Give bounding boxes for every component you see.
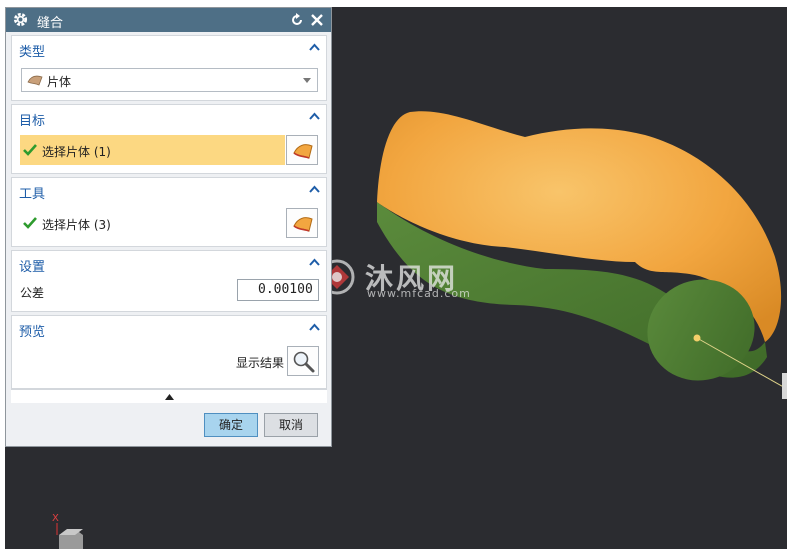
tool-section: 工具 选择片体 (3) xyxy=(11,177,327,247)
type-section-title: 类型 xyxy=(19,45,46,60)
target-select-row[interactable]: 选择片体 (1) xyxy=(20,135,285,165)
tool-section-title: 工具 xyxy=(19,187,46,202)
sew-dialog: 缝合 类型 片体 目标 选择片体 (1) 工具 选择片体 (3) 设置 公差 0… xyxy=(5,7,332,447)
preview-section-title: 预览 xyxy=(19,325,46,340)
check-icon xyxy=(23,144,37,156)
collapse-caret-icon[interactable] xyxy=(309,323,320,331)
face-select-icon xyxy=(293,217,313,232)
settings-section-title: 设置 xyxy=(19,260,46,275)
tolerance-input[interactable]: 0.00100 xyxy=(237,279,319,301)
watermark-url: www.mfcad.com xyxy=(367,287,471,300)
more-options-toggle[interactable] xyxy=(11,389,327,403)
type-dropdown-value: 片体 xyxy=(47,75,72,89)
magnifier-icon xyxy=(293,351,315,373)
chevron-up-icon xyxy=(165,394,174,400)
collapse-caret-icon[interactable] xyxy=(309,185,320,193)
target-select-label: 选择片体 (1) xyxy=(42,145,111,159)
face-select-icon xyxy=(293,144,313,159)
show-result-button[interactable] xyxy=(287,346,319,376)
gear-icon[interactable] xyxy=(13,12,28,27)
target-section: 目标 选择片体 (1) xyxy=(11,104,327,174)
select-face-button[interactable] xyxy=(286,208,318,238)
collapse-caret-icon[interactable] xyxy=(309,112,320,120)
type-dropdown[interactable]: 片体 xyxy=(21,68,318,92)
cancel-button[interactable]: 取消 xyxy=(264,413,318,437)
collapse-caret-icon[interactable] xyxy=(309,258,320,266)
chevron-down-icon xyxy=(303,78,311,83)
show-result-label: 显示结果 xyxy=(236,356,285,370)
tool-select-row[interactable]: 选择片体 (3) xyxy=(20,208,285,238)
sheet-body-icon xyxy=(27,75,43,86)
reset-icon[interactable] xyxy=(290,13,304,27)
select-face-button[interactable] xyxy=(286,135,318,165)
target-section-title: 目标 xyxy=(19,114,46,129)
preview-section: 预览 显示结果 xyxy=(11,315,327,389)
dialog-titlebar[interactable]: 缝合 xyxy=(6,8,331,32)
tool-select-label: 选择片体 (3) xyxy=(42,218,111,232)
type-section: 类型 片体 xyxy=(11,35,327,101)
close-icon[interactable] xyxy=(310,13,324,27)
dialog-title: 缝合 xyxy=(37,16,64,31)
settings-section: 设置 公差 0.00100 xyxy=(11,250,327,312)
tolerance-label: 公差 xyxy=(20,286,45,300)
check-icon xyxy=(23,217,37,229)
collapse-caret-icon[interactable] xyxy=(309,43,320,51)
watermark: 沐风网 www.mfcad.com xyxy=(315,255,495,305)
ok-button[interactable]: 确定 xyxy=(204,413,258,437)
axis-x-label: X xyxy=(52,513,59,524)
